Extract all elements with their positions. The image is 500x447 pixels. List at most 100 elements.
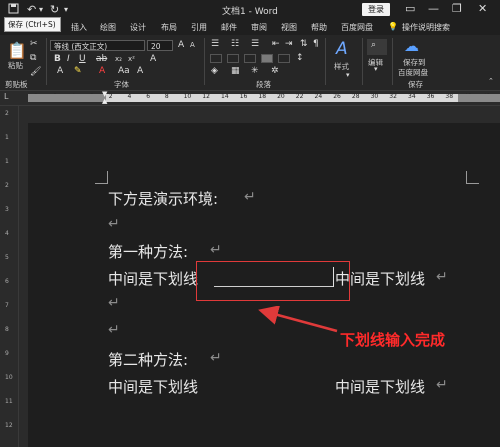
paragraph-mark: ↵ xyxy=(436,377,448,393)
doc-line-spaces-right[interactable]: 中间是下划线 xyxy=(335,376,425,397)
show-marks-icon[interactable]: ¶ xyxy=(313,39,319,49)
ribbon-display-icon[interactable]: ▭ xyxy=(405,2,415,15)
vertical-ruler-number: 9 xyxy=(5,350,9,357)
baidu-netdisk-icon[interactable]: ☁ xyxy=(404,37,419,55)
login-button[interactable]: 登录 xyxy=(362,3,390,16)
justify-button[interactable] xyxy=(261,54,273,63)
ribbon: 📋 粘贴 ✂ ⧉ 🖌 剪贴板 等线 (西文正文) 20 A A B I U ab… xyxy=(0,35,500,91)
close-button[interactable]: ✕ xyxy=(478,2,487,15)
styles-dropdown-icon[interactable]: ▾ xyxy=(346,71,350,79)
highlight-color-icon[interactable]: ✎ xyxy=(74,66,82,76)
ruler-number: 18 xyxy=(258,93,267,100)
save-icon[interactable] xyxy=(8,3,19,17)
tab-review[interactable]: 审阅 xyxy=(251,22,267,33)
asian-typography-icon[interactable]: ✲ xyxy=(271,66,279,76)
tab-references[interactable]: 引用 xyxy=(191,22,207,33)
grow-font-icon[interactable]: A xyxy=(178,40,184,50)
save-group-label: 保存 xyxy=(408,80,423,89)
text-effects-icon[interactable]: A xyxy=(150,54,156,64)
italic-icon[interactable]: I xyxy=(67,54,70,64)
borders-icon[interactable]: ▦ xyxy=(231,66,240,76)
distributed-button[interactable] xyxy=(278,54,290,63)
ruler-number: 10 xyxy=(183,93,192,100)
subscript-icon[interactable]: x₂ xyxy=(115,55,122,63)
tab-layout[interactable]: 布局 xyxy=(161,22,177,33)
sort-icon[interactable]: ⇅ xyxy=(300,39,308,49)
tab-selector-icon[interactable]: L xyxy=(4,92,8,101)
font-size-select[interactable]: 20 xyxy=(147,40,173,51)
tell-me-search[interactable]: 操作说明搜索 xyxy=(402,22,450,33)
undo-icon[interactable]: ↶ xyxy=(27,3,36,16)
increase-indent-icon[interactable]: ⇥ xyxy=(285,39,293,49)
editing-dropdown-icon[interactable]: ▾ xyxy=(374,65,378,73)
superscript-icon[interactable]: x² xyxy=(128,55,135,63)
tab-insert[interactable]: 插入 xyxy=(71,22,87,33)
vertical-ruler-number: 1 xyxy=(5,158,9,165)
paste-label[interactable]: 粘贴 xyxy=(8,60,23,71)
restore-button[interactable]: ❐ xyxy=(452,2,462,15)
ruler-number: 8 xyxy=(164,93,169,100)
hanging-indent-marker[interactable]: ▲ xyxy=(102,97,107,105)
line-spacing-icon[interactable]: ↕ xyxy=(296,53,304,63)
character-shading-icon[interactable]: A xyxy=(137,66,143,76)
align-left-button[interactable] xyxy=(210,54,222,63)
ruler-number: 24 xyxy=(314,93,323,100)
tab-baidu-netdisk[interactable]: 百度网盘 xyxy=(341,22,373,33)
format-painter-icon[interactable]: 🖌 xyxy=(30,67,41,77)
baidu-netdisk-label[interactable]: 百度网盘 xyxy=(398,67,428,78)
collapse-ribbon-icon[interactable]: ⌃ xyxy=(488,77,494,85)
underline-icon[interactable]: U xyxy=(79,54,86,64)
ruler-number: 14 xyxy=(221,93,229,100)
cut-icon[interactable]: ✂ xyxy=(30,39,38,49)
vertical-ruler-number: 5 xyxy=(5,254,9,261)
bold-icon[interactable]: B xyxy=(54,54,61,64)
font-group-label: 字体 xyxy=(114,80,129,89)
paragraph-mark: ↵ xyxy=(210,242,222,258)
bullets-icon[interactable]: ☰ xyxy=(211,39,219,49)
vertical-ruler-number: 4 xyxy=(5,230,9,237)
paragraph-mark: ↵ xyxy=(210,350,222,366)
window-title: 文档1 - Word xyxy=(222,7,278,17)
redo-icon[interactable]: ↻ xyxy=(50,3,59,16)
customize-qa-icon[interactable]: ▾ xyxy=(64,5,68,14)
annotation-callout: 下划线输入完成 xyxy=(340,331,446,349)
highlight-box xyxy=(196,261,350,301)
change-case-icon[interactable]: Aa xyxy=(118,66,130,76)
font-color-icon[interactable]: A xyxy=(99,66,105,76)
align-right-button[interactable] xyxy=(244,54,256,63)
tab-view[interactable]: 视图 xyxy=(281,22,297,33)
chinese-layout-icon[interactable]: ✳ xyxy=(251,66,259,76)
doc-line-spaces-left[interactable]: 中间是下划线 xyxy=(108,376,198,397)
ruler-right-margin xyxy=(458,94,500,102)
tab-help[interactable]: 帮助 xyxy=(311,22,327,33)
ruler-number: 2 xyxy=(108,93,113,100)
shrink-font-icon[interactable]: A xyxy=(190,41,195,49)
shading-icon[interactable]: ◈ xyxy=(211,66,218,76)
paragraph-mark: ↵ xyxy=(244,189,256,205)
minimize-button[interactable]: — xyxy=(428,2,439,15)
vertical-ruler-number: 2 xyxy=(5,110,9,117)
find-icon[interactable]: ⌕ xyxy=(371,40,376,50)
tab-draw[interactable]: 绘图 xyxy=(100,22,116,33)
vertical-ruler-number: 3 xyxy=(5,206,9,213)
copy-icon[interactable]: ⧉ xyxy=(30,53,36,63)
align-center-button[interactable] xyxy=(227,54,239,63)
ruler-number: 34 xyxy=(408,93,416,100)
numbering-icon[interactable]: ☷ xyxy=(231,39,239,49)
text-effects-icon[interactable]: A xyxy=(57,66,63,76)
styles-icon[interactable]: A xyxy=(336,39,348,59)
doc-line-method-one[interactable]: 第一种方法: xyxy=(108,241,188,262)
doc-line-underline-left[interactable]: 中间是下划线 xyxy=(108,268,198,289)
decrease-indent-icon[interactable]: ⇤ xyxy=(272,39,280,49)
chevron-down-icon[interactable]: ▾ xyxy=(39,5,43,14)
strikethrough-icon[interactable]: ab xyxy=(96,54,107,64)
doc-line-method-two[interactable]: 第二种方法: xyxy=(108,349,188,370)
multilevel-list-icon[interactable]: ☰ xyxy=(251,39,259,49)
tab-design[interactable]: 设计 xyxy=(130,22,146,33)
divider xyxy=(325,38,326,85)
page-corner-mark xyxy=(466,171,479,184)
doc-line-intro[interactable]: 下方是演示环境: xyxy=(108,188,218,209)
tab-mailings[interactable]: 邮件 xyxy=(221,22,237,33)
paste-icon[interactable]: 📋 xyxy=(7,41,27,60)
font-family-select[interactable]: 等线 (西文正文) xyxy=(50,40,145,51)
